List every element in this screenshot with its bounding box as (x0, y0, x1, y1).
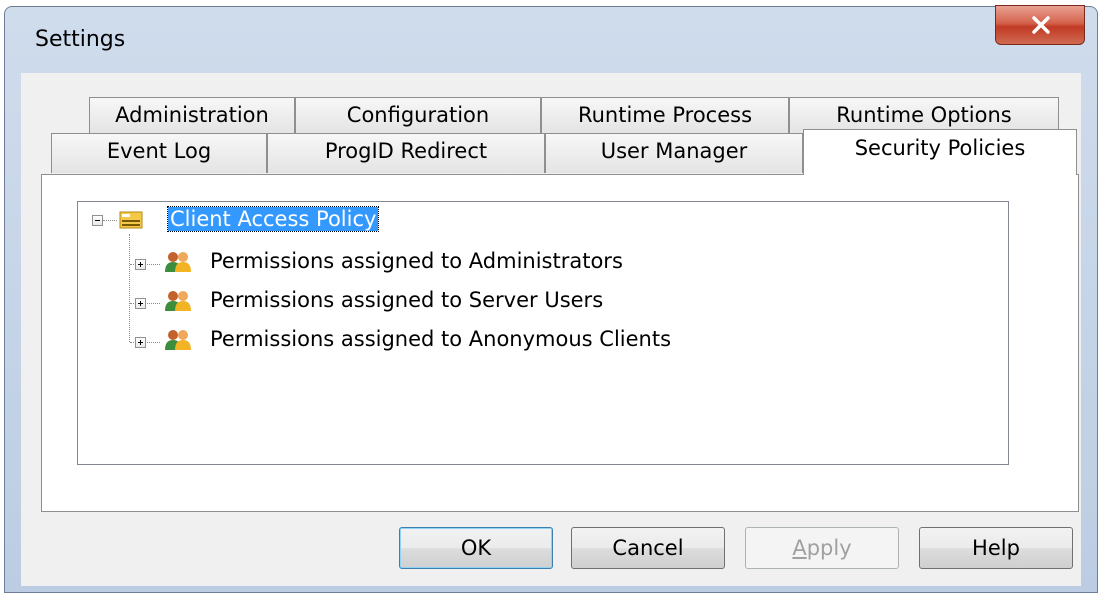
tab-runtime-options[interactable]: Runtime Options (789, 97, 1059, 133)
tab-runtime-process[interactable]: Runtime Process (541, 97, 789, 133)
policy-key-icon (119, 211, 143, 229)
tab-administration[interactable]: Administration (89, 97, 295, 133)
users-group-icon (165, 330, 191, 350)
plus-icon (138, 340, 143, 345)
close-button[interactable] (995, 5, 1085, 45)
tree-node-server-users[interactable]: Permissions assigned to Server Users (78, 285, 698, 317)
users-group-icon (165, 252, 191, 272)
tab-security-policies[interactable]: Security Policies (803, 129, 1077, 175)
tree-node-administrators[interactable]: Permissions assigned to Administrators (78, 246, 698, 278)
plus-icon (138, 262, 143, 267)
tab-configuration[interactable]: Configuration (295, 97, 541, 133)
window-title: Settings (35, 27, 126, 52)
security-policies-panel: Client Access Policy Permissions assigne… (41, 174, 1079, 512)
apply-button[interactable]: Apply (745, 527, 899, 569)
help-button[interactable]: Help (919, 527, 1073, 569)
collapse-toggle[interactable] (92, 215, 103, 226)
expand-toggle[interactable] (135, 298, 146, 309)
expand-toggle[interactable] (135, 337, 146, 348)
apply-label: pply (806, 536, 852, 560)
tab-user-manager[interactable]: User Manager (545, 133, 803, 173)
title-bar[interactable]: Settings (5, 5, 1097, 73)
policy-tree-view[interactable]: Client Access Policy Permissions assigne… (77, 201, 1009, 465)
close-icon (1032, 16, 1050, 34)
tab-event-log[interactable]: Event Log (51, 133, 267, 173)
users-group-icon (165, 291, 191, 311)
tree-node-label: Permissions assigned to Anonymous Client… (210, 327, 672, 351)
tree-node-anonymous-clients[interactable]: Permissions assigned to Anonymous Client… (78, 324, 778, 356)
ok-button[interactable]: OK (399, 527, 553, 569)
apply-mnemonic: A (792, 536, 807, 560)
tree-node-label: Client Access Policy (166, 206, 380, 232)
minus-icon (95, 220, 100, 221)
plus-icon (138, 301, 143, 306)
cancel-button[interactable]: Cancel (571, 527, 725, 569)
tree-node-label: Permissions assigned to Server Users (210, 288, 604, 312)
tab-progid-redirect[interactable]: ProgID Redirect (267, 133, 545, 173)
expand-toggle[interactable] (135, 259, 146, 270)
tree-node-root[interactable]: Client Access Policy (78, 204, 478, 236)
tree-node-label: Permissions assigned to Administrators (210, 249, 623, 273)
settings-window: Settings Administration Configuration Ru… (4, 5, 1098, 593)
